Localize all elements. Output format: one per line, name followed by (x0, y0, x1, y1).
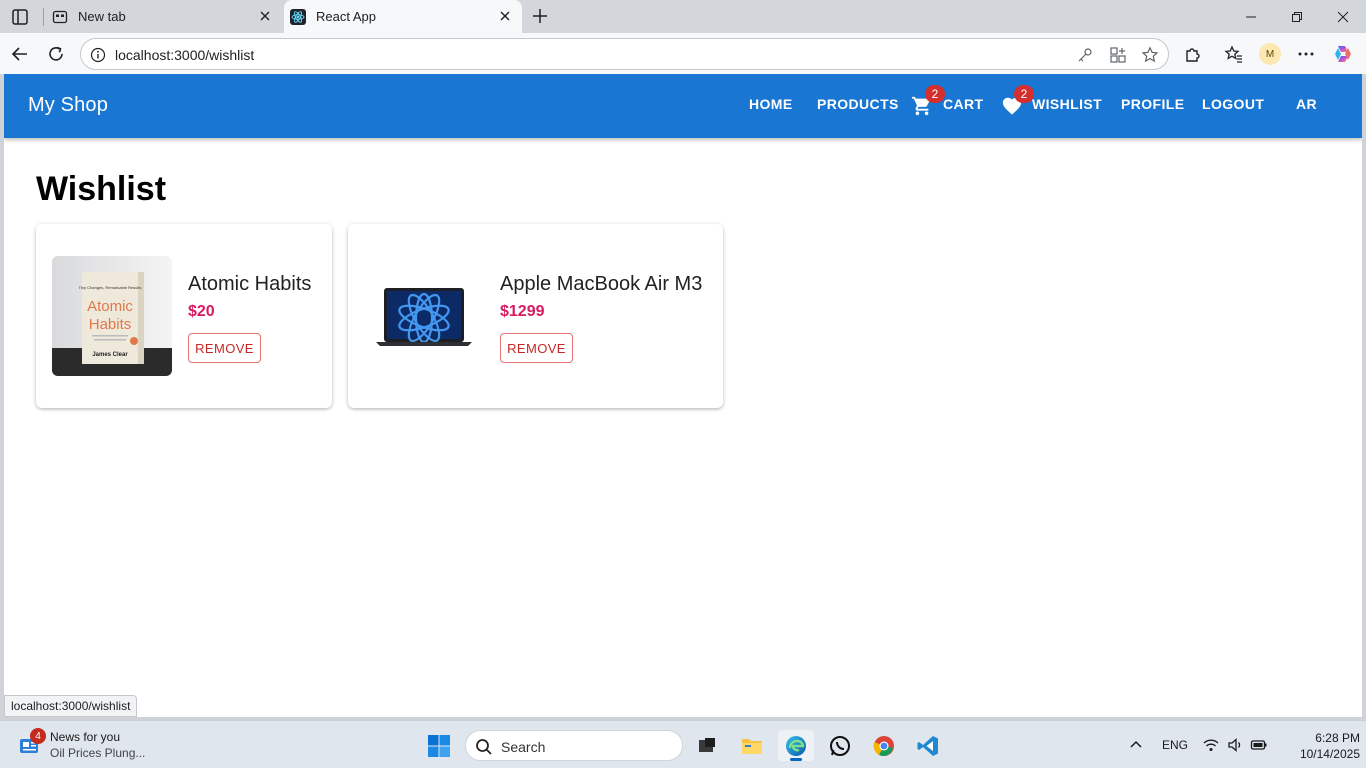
remove-button[interactable]: REMOVE (188, 333, 261, 363)
copilot-icon[interactable] (1332, 43, 1354, 65)
restore-button[interactable] (1274, 0, 1320, 33)
book-title-word: Habits (89, 316, 132, 333)
taskbar: 4 News for you Oil Prices Plung... Searc… (0, 720, 1366, 768)
cart-count-badge: 2 (925, 85, 945, 103)
nav-home[interactable]: HOME (749, 96, 793, 112)
taskbar-app-chrome[interactable] (866, 730, 902, 761)
link-status-bubble: localhost:3000/wishlist (4, 695, 138, 717)
volume-icon[interactable] (1226, 736, 1244, 754)
clock-time: 6:28 PM (1315, 731, 1360, 745)
minimize-icon (1246, 16, 1256, 17)
app-install-icon[interactable] (1109, 46, 1127, 64)
windows-start-icon[interactable] (427, 734, 451, 758)
sidebar-toggle-icon[interactable] (10, 7, 30, 27)
wifi-icon[interactable] (1202, 736, 1220, 754)
remove-button[interactable]: REMOVE (500, 333, 573, 363)
product-image-laptop[interactable] (364, 256, 484, 376)
nav-wishlist[interactable]: WISHLIST (1032, 96, 1102, 112)
restore-icon (1292, 11, 1302, 22)
close-tab-icon[interactable] (498, 9, 512, 23)
reload-icon[interactable] (46, 44, 66, 64)
nav-products[interactable]: PRODUCTS (817, 96, 899, 112)
news-badge: 4 (30, 728, 46, 744)
product-price: $20 (188, 303, 215, 320)
nav-profile[interactable]: PROFILE (1121, 96, 1184, 112)
close-tab-icon[interactable] (258, 9, 272, 23)
tab-react-app[interactable]: React App (284, 0, 522, 33)
book-tagline: Tiny Changes, Remarkable Results (79, 285, 142, 290)
react-logo-icon (290, 8, 306, 25)
nav-logout[interactable]: LOGOUT (1202, 96, 1264, 112)
whatsapp-icon (830, 735, 850, 756)
product-price: $1299 (500, 303, 545, 320)
folder-icon (742, 738, 762, 754)
new-tab-favicon-icon (52, 9, 68, 25)
news-title: News for you (50, 730, 121, 744)
input-language[interactable]: ENG (1162, 738, 1188, 752)
clock-date: 10/14/2025 (1299, 747, 1360, 761)
tab-new-tab[interactable]: New tab (46, 0, 282, 33)
back-arrow-icon[interactable] (10, 44, 30, 64)
minimize-button[interactable] (1228, 0, 1274, 33)
chevron-up-icon[interactable] (1127, 736, 1145, 754)
new-tab-plus-icon[interactable] (531, 7, 549, 25)
product-name: Atomic Habits (188, 273, 312, 295)
language-toggle[interactable]: AR (1296, 96, 1317, 112)
close-icon (1337, 11, 1349, 22)
taskbar-search[interactable]: Search (465, 730, 683, 761)
url-text[interactable]: localhost:3000/wishlist (115, 47, 254, 63)
search-icon (476, 739, 492, 755)
app-header: My Shop HOME PRODUCTS 2 CART 2 WISHLIST … (4, 74, 1362, 138)
vscode-icon (917, 735, 938, 756)
tab-separator (43, 8, 44, 26)
system-clock[interactable]: 6:28 PM 10/14/2025 (1280, 730, 1360, 762)
wishlist-count-badge: 2 (1014, 85, 1034, 103)
news-widget[interactable]: 4 News for you Oil Prices Plung... (16, 728, 176, 762)
site-info-icon[interactable] (90, 47, 106, 63)
wishlist-card: Apple MacBook Air M3 $1299 REMOVE (348, 224, 723, 408)
more-menu-icon[interactable] (1296, 44, 1316, 64)
page-title: Wishlist (36, 170, 167, 208)
page-viewport: My Shop HOME PRODUCTS 2 CART 2 WISHLIST … (4, 74, 1362, 717)
key-icon[interactable] (1076, 46, 1094, 64)
address-bar[interactable]: localhost:3000/wishlist (80, 38, 1169, 70)
taskbar-app-whatsapp[interactable] (822, 730, 858, 761)
favorite-star-icon[interactable] (1141, 46, 1159, 64)
taskbar-app-edge[interactable] (778, 730, 814, 761)
search-label: Search (501, 739, 546, 755)
product-name: Apple MacBook Air M3 (500, 273, 703, 295)
browser-tab-bar: New tab React App (0, 0, 1366, 33)
browser-toolbar: localhost:3000/wishlist M (0, 33, 1366, 74)
tab-title: React App (316, 9, 376, 24)
edge-browser-icon (786, 735, 806, 756)
profile-avatar[interactable]: M (1259, 43, 1281, 65)
taskbar-app-file-explorer[interactable] (734, 730, 770, 761)
tab-title: New tab (78, 9, 126, 24)
media-app-icon (699, 737, 715, 752)
extensions-puzzle-icon[interactable] (1183, 44, 1203, 64)
product-image-book[interactable]: Tiny Changes, Remarkable Results Atomic … (52, 256, 172, 376)
book-author: James Clear (92, 352, 128, 358)
nav-cart[interactable]: CART (943, 96, 983, 112)
close-window-button[interactable] (1320, 0, 1366, 33)
favorites-icon[interactable] (1224, 44, 1244, 64)
battery-icon[interactable] (1250, 736, 1268, 754)
active-indicator (790, 758, 802, 761)
book-title-word: Atomic (87, 298, 133, 315)
taskbar-app-vscode[interactable] (910, 730, 946, 761)
taskbar-app-cast[interactable] (689, 730, 725, 761)
brand-logo[interactable]: My Shop (28, 94, 108, 117)
chrome-icon (873, 735, 894, 756)
wishlist-card: Tiny Changes, Remarkable Results Atomic … (36, 224, 332, 408)
news-subtitle: Oil Prices Plung... (50, 746, 146, 760)
